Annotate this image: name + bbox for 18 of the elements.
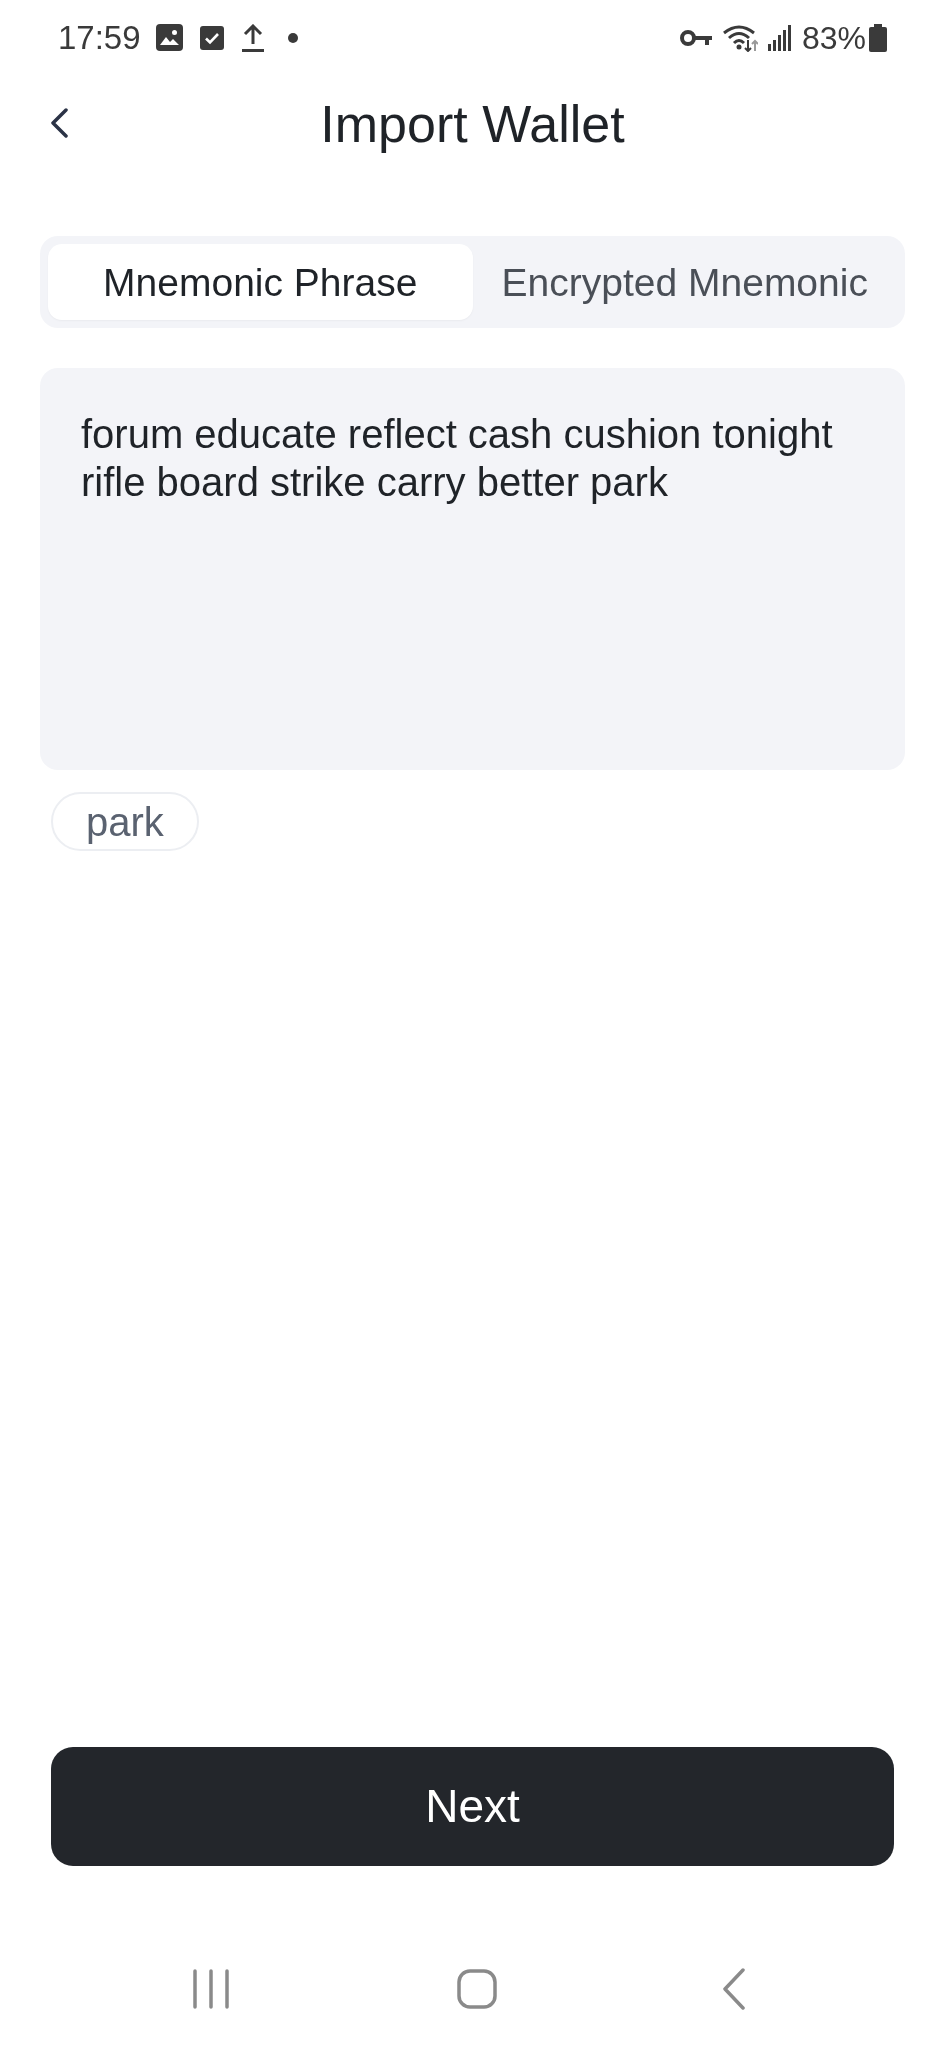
tab[interactable]: Mnemonic Phrase — [48, 244, 473, 320]
upload-icon — [241, 23, 264, 52]
battery-percent: 83% — [801, 21, 866, 54]
battery-icon — [869, 23, 887, 52]
suggestion-chip[interactable]: park — [51, 792, 199, 851]
tab[interactable]: Encrypted Mnemonic — [472, 244, 897, 320]
key-icon — [679, 28, 712, 47]
wifi-icon — [721, 23, 758, 52]
signal-icon — [767, 24, 792, 51]
status-time: 17:59 — [58, 21, 141, 54]
next-button[interactable]: Next — [51, 1747, 894, 1866]
recent-apps-icon[interactable] — [193, 1969, 229, 2009]
back-icon[interactable] — [50, 108, 68, 138]
phrase-input[interactable]: forum educate reflect cash cushion tonight rifle board strike carry better park — [40, 368, 905, 770]
dot-icon — [287, 32, 298, 43]
home-icon[interactable] — [457, 1969, 497, 2009]
image-icon — [155, 24, 183, 51]
checkbox-icon — [199, 25, 224, 50]
